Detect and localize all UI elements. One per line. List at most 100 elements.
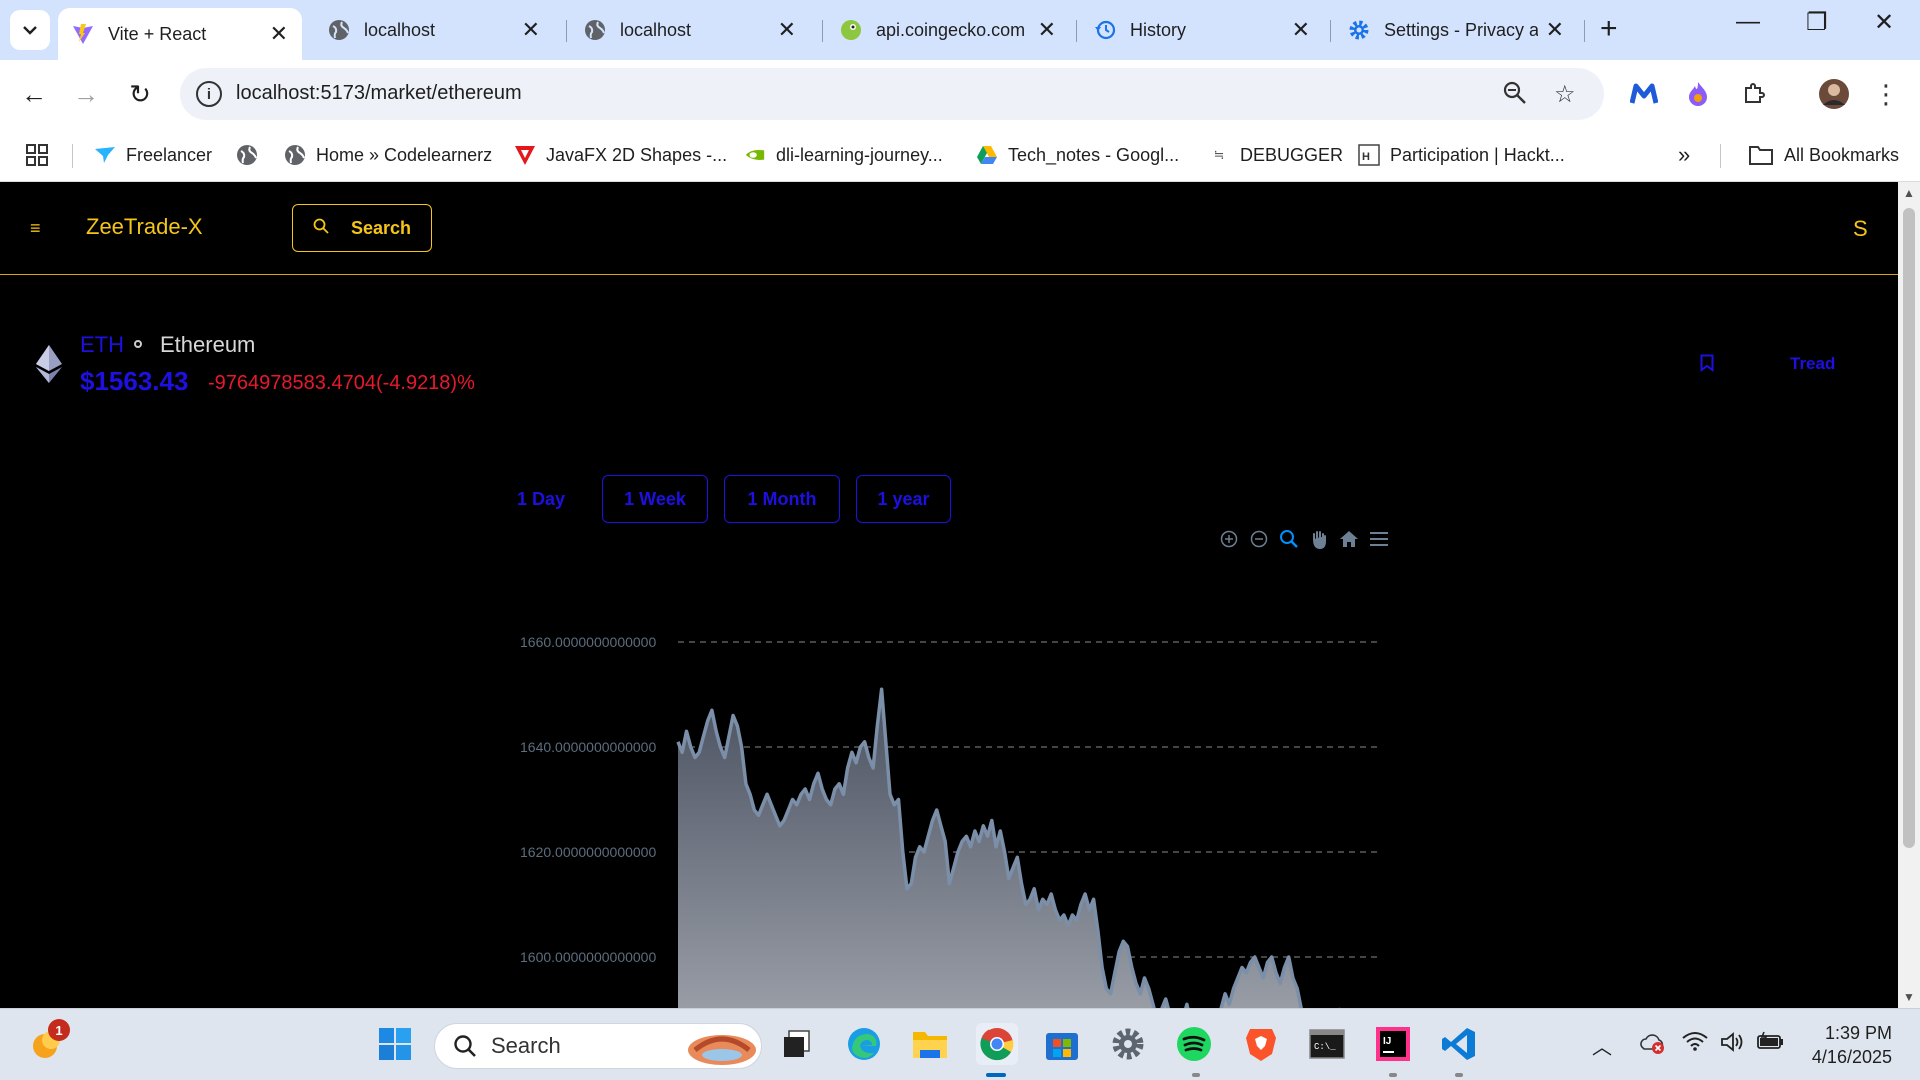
folder-icon bbox=[1748, 144, 1774, 166]
close-icon[interactable]: ✕ bbox=[778, 17, 796, 43]
globe-icon bbox=[284, 144, 306, 166]
range-1-week-button[interactable]: 1 Week bbox=[602, 475, 708, 523]
more-menu-icon[interactable]: ⋮ bbox=[1870, 78, 1902, 110]
windows-start-icon[interactable] bbox=[374, 1023, 416, 1065]
bookmark-label: DEBUGGER bbox=[1240, 144, 1344, 165]
zoom-icon[interactable] bbox=[1502, 80, 1528, 113]
tab-coingecko[interactable]: api.coingecko.com ✕ bbox=[826, 8, 1070, 52]
profile-avatar[interactable] bbox=[1818, 78, 1850, 110]
tab-history[interactable]: History ✕ bbox=[1080, 8, 1324, 52]
microsoft-store-icon[interactable] bbox=[1041, 1023, 1083, 1065]
close-icon[interactable]: ✕ bbox=[522, 17, 540, 43]
tab-localhost-2[interactable]: localhost ✕ bbox=[570, 8, 810, 52]
bookmark-tech-notes[interactable]: Tech_notes - Googl... bbox=[976, 140, 1179, 170]
search-icon bbox=[313, 218, 329, 239]
chart-menu-icon[interactable] bbox=[1368, 528, 1390, 550]
url-text[interactable]: localhost:5173/market/ethereum bbox=[236, 82, 522, 105]
tab-search-button[interactable] bbox=[10, 10, 50, 50]
settings-gear-icon[interactable] bbox=[1107, 1023, 1149, 1065]
taskbar-clock[interactable]: 1:39 PM 4/16/2025 bbox=[1800, 1021, 1892, 1069]
user-avatar[interactable]: S bbox=[1853, 216, 1868, 242]
bookmark-javafx[interactable]: JavaFX 2D Shapes -... bbox=[514, 140, 727, 170]
scrollbar-thumb[interactable] bbox=[1903, 208, 1915, 848]
scroll-down-arrow-icon[interactable]: ▼ bbox=[1903, 990, 1915, 1004]
bookmarks-bar: Freelancer Home » Codelearnerz JavaFX 2D… bbox=[0, 128, 1920, 182]
bookmark-codelearnerz[interactable]: Home » Codelearnerz bbox=[284, 140, 492, 170]
bookmark-label: All Bookmarks bbox=[1784, 144, 1900, 165]
file-explorer-icon[interactable] bbox=[909, 1023, 951, 1065]
price-chart-svg[interactable]: 1660.0000000000000 1640.0000000000000 1620… bbox=[500, 550, 1400, 1008]
app-brand[interactable]: ZeeTrade-X bbox=[86, 214, 203, 240]
task-view-icon[interactable] bbox=[776, 1023, 818, 1065]
close-icon[interactable]: ✕ bbox=[1038, 17, 1056, 43]
tab-localhost-1[interactable]: localhost ✕ bbox=[314, 8, 554, 52]
brave-browser-icon[interactable] bbox=[1240, 1023, 1282, 1065]
tab-title: localhost bbox=[364, 19, 436, 40]
close-window-button[interactable]: ✕ bbox=[1874, 8, 1894, 37]
freelancer-icon bbox=[94, 144, 116, 166]
close-icon[interactable]: ✕ bbox=[270, 21, 288, 47]
hamburger-menu-icon[interactable]: ≡ bbox=[30, 218, 41, 239]
tab-divider bbox=[822, 20, 823, 42]
ethereum-logo-icon bbox=[36, 345, 62, 383]
bookmark-debugger[interactable]: ≒ DEBUGGER bbox=[1208, 140, 1343, 170]
trade-button[interactable]: Tread bbox=[1790, 354, 1835, 374]
scroll-up-arrow-icon[interactable]: ▲ bbox=[1903, 186, 1915, 200]
active-app-indicator bbox=[986, 1073, 1006, 1077]
bookmark-icon[interactable] bbox=[1700, 354, 1714, 372]
close-icon[interactable]: ✕ bbox=[1546, 17, 1564, 43]
chrome-icon[interactable] bbox=[976, 1023, 1018, 1065]
bookmark-globe[interactable] bbox=[236, 140, 268, 170]
selection-zoom-icon[interactable] bbox=[1278, 528, 1300, 550]
apps-grid-icon[interactable] bbox=[26, 140, 48, 170]
star-icon[interactable]: ☆ bbox=[1554, 80, 1576, 109]
tab-vite-react[interactable]: Vite + React ✕ bbox=[58, 8, 302, 60]
bookmark-label: Participation | Hackt... bbox=[1390, 144, 1565, 165]
extensions-puzzle-icon[interactable] bbox=[1738, 78, 1770, 110]
all-bookmarks-button[interactable]: All Bookmarks bbox=[1748, 140, 1899, 170]
more-bookmarks-button[interactable]: » bbox=[1678, 140, 1690, 170]
range-1-day-button[interactable]: 1 Day bbox=[504, 475, 578, 523]
zoom-in-icon[interactable] bbox=[1218, 528, 1240, 550]
vscode-icon[interactable] bbox=[1438, 1023, 1480, 1065]
onedrive-error-icon[interactable] bbox=[1638, 1031, 1666, 1061]
battery-charging-icon[interactable] bbox=[1756, 1031, 1786, 1057]
page-scrollbar[interactable]: ▲ ▼ bbox=[1898, 182, 1920, 1008]
javafx-icon bbox=[514, 144, 536, 166]
back-button[interactable]: ← bbox=[16, 76, 52, 112]
bookmark-label: Home » Codelearnerz bbox=[316, 144, 493, 165]
bookmarks-divider bbox=[1720, 144, 1721, 168]
tab-settings[interactable]: Settings - Privacy a ✕ bbox=[1334, 8, 1578, 52]
intellij-idea-icon[interactable]: IJ bbox=[1372, 1023, 1414, 1065]
volume-icon[interactable] bbox=[1720, 1031, 1746, 1059]
new-tab-button[interactable]: + bbox=[1600, 12, 1618, 46]
range-1-month-button[interactable]: 1 Month bbox=[724, 475, 840, 523]
search-button[interactable]: Search bbox=[292, 204, 432, 252]
reset-home-icon[interactable] bbox=[1338, 528, 1360, 550]
zoom-out-icon[interactable] bbox=[1248, 528, 1270, 550]
range-1-year-button[interactable]: 1 year bbox=[856, 475, 951, 523]
terminal-icon[interactable]: C:\_ bbox=[1306, 1023, 1348, 1065]
show-hidden-icons-chevron-icon[interactable]: ︿ bbox=[1592, 1031, 1612, 1060]
bookmark-freelancer[interactable]: Freelancer bbox=[94, 140, 212, 170]
edge-browser-icon[interactable] bbox=[843, 1023, 885, 1065]
taskbar-search-box[interactable]: Search bbox=[434, 1023, 762, 1069]
spotify-icon[interactable] bbox=[1173, 1023, 1215, 1065]
restore-button[interactable]: ❐ bbox=[1806, 8, 1828, 37]
bookmark-dli[interactable]: dli-learning-journey... bbox=[744, 140, 943, 170]
site-info-icon[interactable]: i bbox=[196, 81, 222, 107]
wifi-icon[interactable] bbox=[1682, 1031, 1708, 1057]
pan-hand-icon[interactable] bbox=[1308, 528, 1330, 550]
close-icon[interactable]: ✕ bbox=[1292, 17, 1310, 43]
extension-flame-icon[interactable] bbox=[1682, 78, 1714, 110]
minimize-button[interactable]: — bbox=[1736, 8, 1760, 36]
bookmark-participation[interactable]: H Participation | Hackt... bbox=[1358, 140, 1565, 170]
forward-button[interactable]: → bbox=[68, 76, 104, 112]
malwarebytes-icon[interactable] bbox=[1628, 78, 1660, 110]
globe-icon bbox=[236, 144, 258, 166]
reload-button[interactable]: ↻ bbox=[122, 76, 158, 112]
address-bar[interactable]: i localhost:5173/market/ethereum ☆ bbox=[180, 68, 1604, 120]
tab-divider bbox=[1076, 20, 1077, 42]
price-chart[interactable]: 1660.0000000000000 1640.0000000000000 1620… bbox=[500, 550, 1400, 1008]
tab-title: History bbox=[1130, 19, 1187, 40]
